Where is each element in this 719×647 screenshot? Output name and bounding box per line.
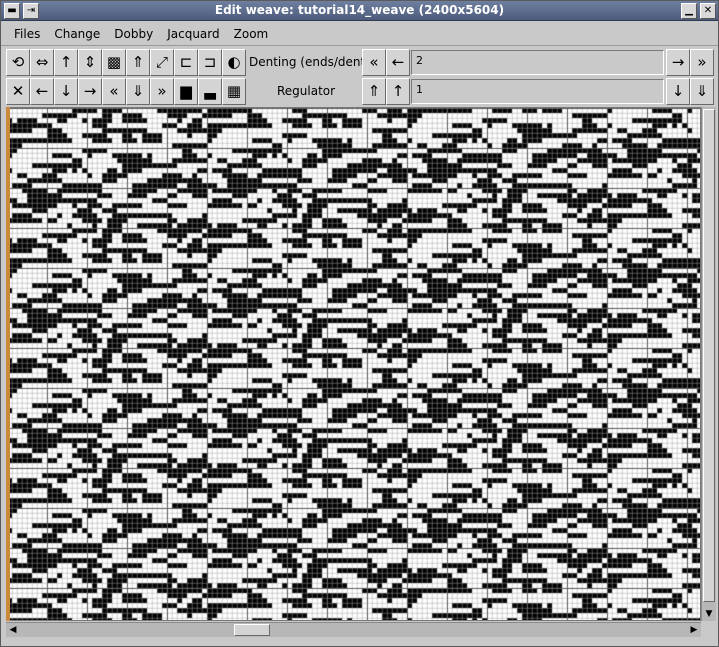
vertical-scroll-thumb[interactable]: [703, 109, 715, 602]
half-fill-button[interactable]: ◐: [222, 49, 246, 76]
double-down-icon: ⇓: [131, 82, 145, 100]
menu-change[interactable]: Change: [47, 25, 107, 43]
half-fill-icon: ◐: [227, 53, 241, 71]
double-left-icon: «: [369, 53, 379, 71]
denting-label: Denting (ends/dent): [249, 55, 370, 69]
fast-shift-right-button[interactable]: »: [150, 78, 174, 105]
arrow-left-icon: ←: [391, 53, 405, 71]
window-menu-icon[interactable]: ▬: [4, 3, 20, 19]
arrow-down-icon: ↓: [59, 82, 73, 100]
vertical-scrollbar[interactable]: ▼: [701, 107, 716, 621]
clear-button[interactable]: ✕: [6, 78, 30, 105]
regulator-down-button[interactable]: ↓: [666, 78, 690, 105]
regulator-fast-up-button[interactable]: ⇑: [362, 78, 386, 105]
flip-horizontal-button[interactable]: ⇔: [30, 49, 54, 76]
horizontal-scrollbar[interactable]: ◀ ▶: [6, 622, 701, 637]
denting-right-button[interactable]: →: [666, 49, 690, 76]
shift-down-button[interactable]: ↓: [54, 78, 78, 105]
double-up-icon: ⇑: [131, 53, 145, 71]
arrow-right-icon: →: [83, 82, 97, 100]
title-bar[interactable]: ▬ ⇥ Edit weave: tutorial14_weave (2400x5…: [1, 1, 718, 21]
steps-down-button[interactable]: ⊐: [198, 49, 222, 76]
close-cross-icon: ✕: [11, 82, 25, 100]
flip-vertical-icon: ⇕: [83, 53, 97, 71]
steps-down-icon: ⊐: [203, 53, 217, 71]
fast-shift-up-button[interactable]: ⇑: [126, 49, 150, 76]
close-icon[interactable]: ✕: [700, 3, 716, 19]
menu-files[interactable]: Files: [7, 25, 47, 43]
arrow-up-icon: ↑: [391, 82, 405, 100]
pin-icon[interactable]: ⇥: [23, 3, 39, 19]
bars-down-button[interactable]: ▃: [198, 78, 222, 105]
fast-shift-left-button[interactable]: «: [102, 78, 126, 105]
regulator-up-button[interactable]: ↑: [386, 78, 410, 105]
arrow-left-icon: ←: [35, 82, 49, 100]
weave-grid[interactable]: [6, 107, 701, 621]
diagonal-button[interactable]: ⤢: [150, 49, 174, 76]
invert-button[interactable]: ▩: [102, 49, 126, 76]
scroll-left-icon[interactable]: ◀: [7, 624, 19, 636]
regulator-label: Regulator: [277, 84, 336, 98]
arrow-right-icon: →: [671, 53, 685, 71]
toolbar: ⟲ ⇔ ↑ ⇕ ▩ ⇑ ⤢ ⊏ ⊐ ◐ ✕ ← ↓ → « ⇓ » ▆ ▃ ▦ …: [1, 47, 718, 107]
menu-dobby[interactable]: Dobby: [107, 25, 160, 43]
rotate-icon: ⟲: [11, 53, 25, 71]
arrow-down-icon: ↓: [671, 82, 685, 100]
flip-horizontal-icon: ⇔: [35, 53, 49, 71]
rotate-button[interactable]: ⟲: [6, 49, 30, 76]
steps-up-button[interactable]: ⊏: [174, 49, 198, 76]
denting-fast-right-button[interactable]: »: [690, 49, 714, 76]
invert-pattern-icon: ▩: [106, 53, 122, 71]
shift-right-button[interactable]: →: [78, 78, 102, 105]
checker-icon: ▦: [226, 82, 242, 100]
steps-up-icon: ⊏: [179, 53, 193, 71]
denting-left-button[interactable]: ←: [386, 49, 410, 76]
weave-edge-strip: [6, 107, 10, 621]
scroll-down-icon[interactable]: ▼: [703, 608, 715, 620]
arrow-up-icon: ↑: [59, 53, 73, 71]
diagonal-icon: ⤢: [155, 53, 168, 71]
bars-up-icon: ▆: [180, 82, 192, 100]
minimize-icon[interactable]: ▁: [681, 3, 697, 19]
weave-canvas[interactable]: [7, 108, 700, 620]
menu-bar: Files Change Dobby Jacquard Zoom: [1, 22, 718, 46]
denting-field[interactable]: 2: [411, 50, 664, 75]
double-right-icon: »: [157, 82, 167, 100]
double-up-icon: ⇑: [367, 82, 381, 100]
menu-jacquard[interactable]: Jacquard: [160, 25, 226, 43]
denting-fast-left-button[interactable]: «: [362, 49, 386, 76]
regulator-field[interactable]: 1: [411, 79, 664, 104]
shift-left-button[interactable]: ←: [30, 78, 54, 105]
window-title: Edit weave: tutorial14_weave (2400x5604): [214, 3, 505, 17]
scroll-corner: [701, 622, 716, 637]
shift-up-button[interactable]: ↑: [54, 49, 78, 76]
menu-zoom[interactable]: Zoom: [227, 25, 276, 43]
scroll-right-icon[interactable]: ▶: [688, 624, 700, 636]
bars-down-icon: ▃: [204, 82, 216, 100]
regulator-fast-down-button[interactable]: ⇓: [690, 78, 714, 105]
fast-shift-down-button[interactable]: ⇓: [126, 78, 150, 105]
bars-up-button[interactable]: ▆: [174, 78, 198, 105]
flip-vertical-button[interactable]: ⇕: [78, 49, 102, 76]
double-down-icon: ⇓: [695, 82, 709, 100]
checker-button[interactable]: ▦: [222, 78, 246, 105]
double-left-icon: «: [109, 82, 119, 100]
horizontal-scroll-thumb[interactable]: [234, 624, 270, 636]
double-right-icon: »: [697, 53, 707, 71]
edit-weave-window: ▬ ⇥ Edit weave: tutorial14_weave (2400x5…: [0, 0, 719, 647]
